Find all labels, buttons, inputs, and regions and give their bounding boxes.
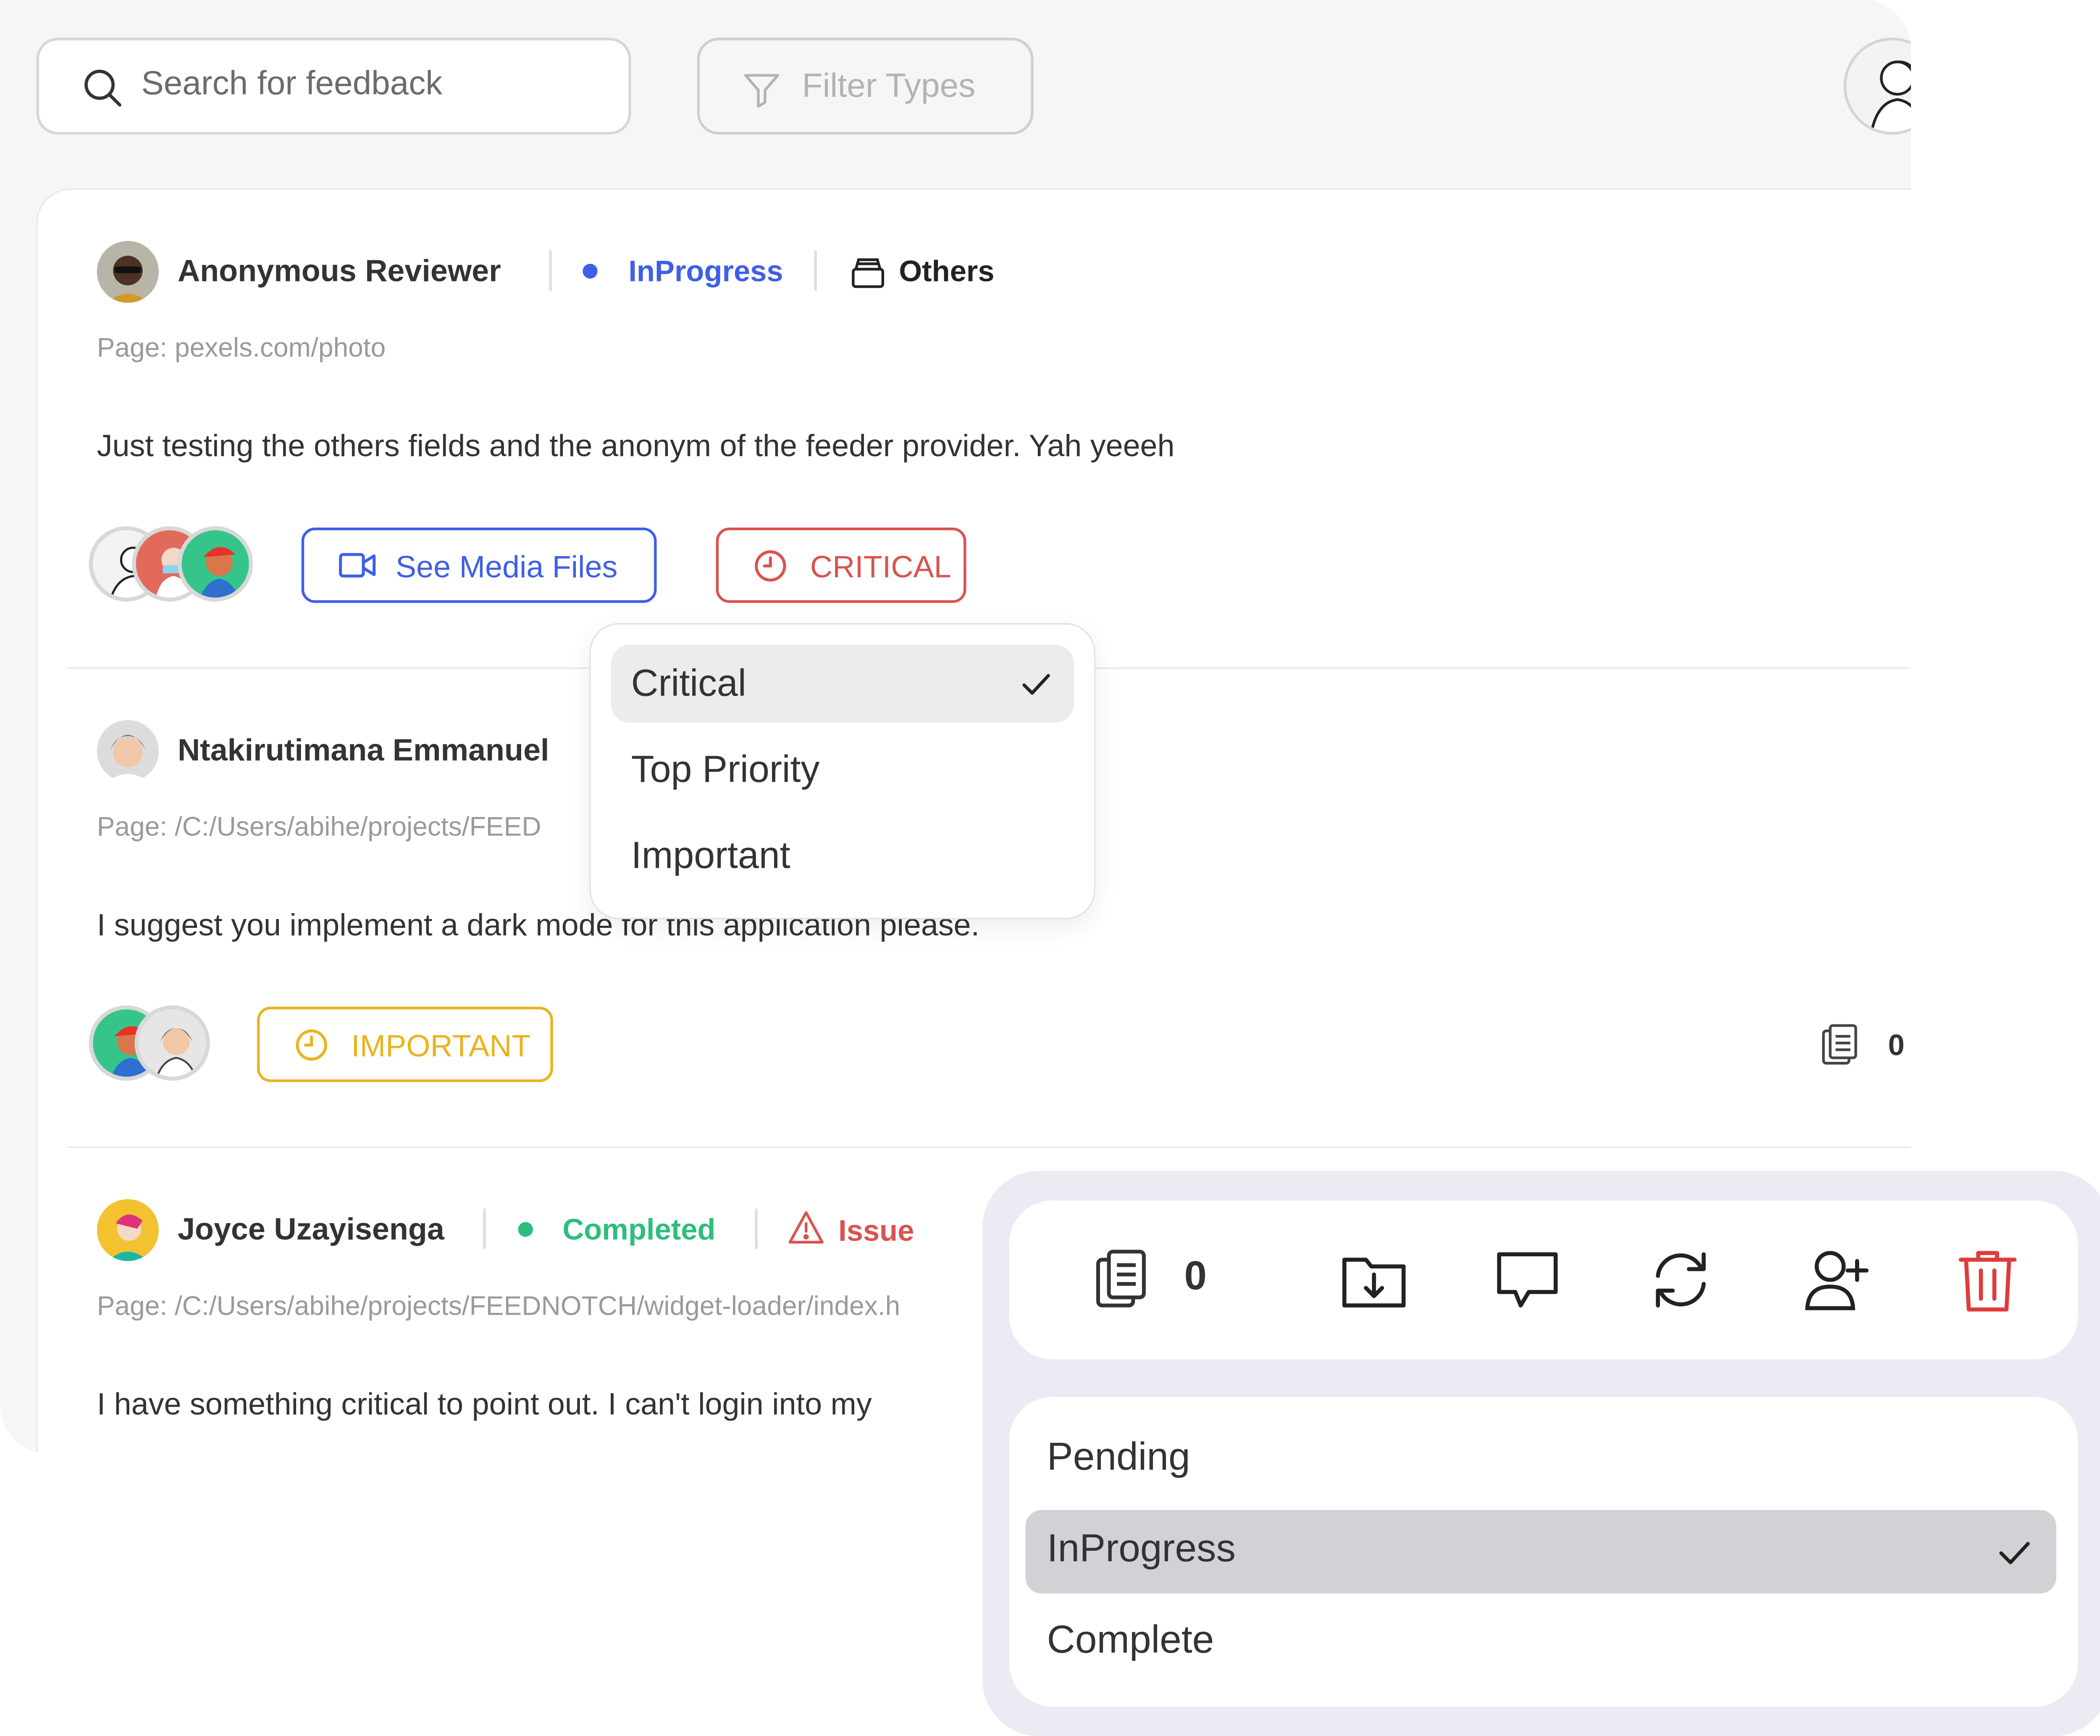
status-badge[interactable]: Completed (562, 1213, 715, 1248)
video-camera-icon (339, 553, 376, 578)
option-label: Pending (1047, 1436, 1190, 1479)
feedback-card[interactable]: Anonymous Reviewer InProgress Others Pag… (38, 190, 1911, 669)
comment-count: 0 (1184, 1254, 1207, 1299)
author-name: Anonymous Reviewer (177, 253, 501, 288)
user-avatar[interactable] (1843, 37, 1911, 135)
download-folder-icon[interactable] (1340, 1246, 1407, 1313)
comment-icon[interactable] (1494, 1246, 1561, 1313)
filter-icon (744, 74, 780, 108)
priority-label: CRITICAL (810, 549, 951, 584)
status-option-pending[interactable]: Pending (1026, 1418, 2056, 1502)
clipboard-icon[interactable] (1090, 1246, 1155, 1313)
assignee-avatar[interactable] (134, 1005, 210, 1081)
see-media-files-label: See Media Files (396, 549, 618, 584)
author-name: Ntakirutimana Emmanuel (177, 732, 549, 767)
status-badge[interactable]: InProgress (628, 255, 783, 289)
priority-label: IMPORTANT (351, 1028, 531, 1064)
search-input[interactable]: Search for feedback (36, 37, 631, 135)
priority-important-button[interactable]: IMPORTANT (257, 1006, 553, 1082)
clock-icon (755, 550, 786, 582)
refresh-icon[interactable] (1647, 1246, 1714, 1313)
clipboard-icon[interactable] (1817, 1022, 1863, 1067)
avatar (97, 720, 159, 782)
status-dot (583, 264, 598, 279)
priority-option-top-priority[interactable]: Top Priority (611, 731, 1074, 809)
divider (549, 250, 552, 291)
see-media-files-button[interactable]: See Media Files (301, 528, 657, 603)
priority-dropdown: Critical Top Priority Important (589, 623, 1096, 919)
check-icon (1022, 674, 1050, 695)
feedback-message: I have something critical to point out. … (97, 1386, 872, 1421)
clock-icon (296, 1029, 327, 1061)
warning-icon (788, 1211, 824, 1244)
add-user-icon[interactable] (1803, 1246, 1870, 1313)
status-option-complete[interactable]: Complete (1026, 1602, 2056, 1685)
trash-icon[interactable] (1954, 1246, 2021, 1313)
page-url: Page: /C:/Users/abihe/projects/FEED (97, 813, 541, 843)
status-option-inprogress[interactable]: InProgress (1025, 1510, 2056, 1594)
actions-toolbar: 0 (1009, 1200, 2078, 1360)
comment-count: 0 (1888, 1028, 1905, 1062)
actions-popover: 0 Pending InProgress Complete (982, 1171, 2100, 1736)
check-icon (1999, 1542, 2030, 1565)
status-dropdown: Pending InProgress Complete (1009, 1397, 2078, 1707)
filter-types-label: Filter Types (802, 67, 976, 105)
option-label: Important (631, 834, 790, 876)
search-placeholder: Search for feedback (141, 64, 443, 102)
divider (755, 1208, 758, 1249)
user-avatar-illustration (1846, 40, 1911, 132)
option-label: InProgress (1047, 1527, 1236, 1571)
option-label: Top Priority (631, 748, 820, 790)
status-dot (518, 1222, 533, 1237)
archive-box-icon (852, 258, 885, 288)
avatar (97, 241, 159, 303)
feedback-message: Just testing the others fields and the a… (97, 428, 1175, 463)
assignee-avatar[interactable] (177, 526, 253, 602)
option-label: Complete (1047, 1619, 1214, 1662)
author-name: Joyce Uzayisenga (177, 1211, 444, 1246)
divider (814, 250, 817, 291)
category-label: Others (899, 254, 995, 288)
category-label: Issue (838, 1214, 914, 1248)
option-label: Critical (631, 662, 746, 704)
filter-types-button[interactable]: Filter Types (697, 37, 1034, 135)
priority-critical-button[interactable]: CRITICAL (716, 528, 966, 603)
page-url: Page: pexels.com/photo (97, 334, 386, 364)
priority-option-critical[interactable]: Critical (611, 644, 1074, 723)
divider (483, 1208, 486, 1249)
search-icon (84, 69, 122, 107)
page-url: Page: /C:/Users/abihe/projects/FEEDNOTCH… (97, 1292, 900, 1322)
avatar (97, 1199, 159, 1261)
priority-option-important[interactable]: Important (611, 817, 1074, 895)
